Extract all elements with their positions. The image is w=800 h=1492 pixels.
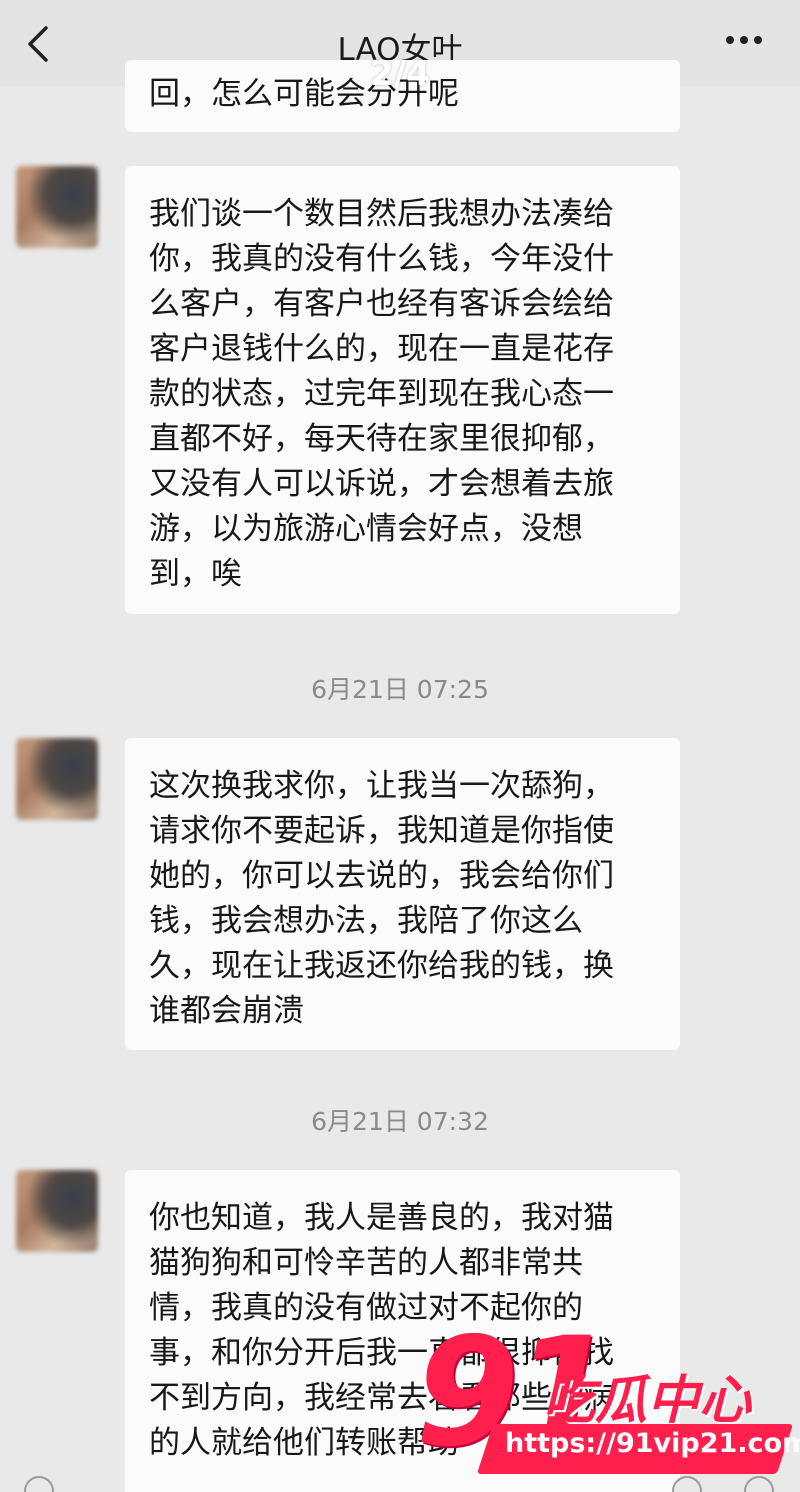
timestamp: 6月21日 07:32 bbox=[311, 1107, 489, 1136]
message-line: 你也知道，我人是善良的，我对猫 bbox=[149, 1200, 614, 1236]
message-bubble[interactable]: 我们谈一个数目然后我想办法凑给 你，我真的没有什么钱，今年没什 么客户，有客户也… bbox=[125, 166, 680, 614]
more-dots-icon[interactable] bbox=[724, 30, 764, 50]
message-line: 她的，你可以去说的，我会给你们 bbox=[149, 858, 614, 894]
message-bubble[interactable]: 这次换我求你，让我当一次舔狗， 请求你不要起诉，我知道是你指使 她的，你可以去说… bbox=[125, 738, 680, 1050]
message-line: 客户退钱什么的，现在一直是花存 bbox=[149, 331, 614, 367]
avatar[interactable] bbox=[16, 166, 98, 248]
watermark-logo: 91 吃瓜中心 https://91vip21.com bbox=[415, 1318, 800, 1492]
message-line: 款的状态，过完年到现在我心态一 bbox=[149, 376, 614, 412]
message-line: 猫狗狗和可怜辛苦的人都非常共 bbox=[149, 1245, 583, 1281]
message-line: 游，以为旅游心情会好点，没想 bbox=[149, 511, 583, 547]
watermark-brand: 吃瓜中心 bbox=[543, 1371, 752, 1431]
timestamp: 6月21日 07:25 bbox=[311, 675, 489, 704]
page-indicator: 2/4 bbox=[370, 54, 430, 94]
message-line: 谁都会崩溃 bbox=[149, 993, 304, 1029]
message-line: 你，我真的没有什么钱，今年没什 bbox=[149, 241, 614, 277]
watermark-url: https://91vip21.com bbox=[505, 1428, 800, 1459]
message-line: 这次换我求你，让我当一次舔狗， bbox=[149, 768, 614, 804]
message-line: 我们谈一个数目然后我想办法凑给 bbox=[149, 196, 614, 232]
avatar[interactable] bbox=[16, 738, 98, 820]
message-line: 钱，我会想办法，我陪了你这么 bbox=[149, 903, 583, 939]
avatar[interactable] bbox=[16, 1170, 98, 1252]
message-line: 么客户，有客户也经有客诉会绘给 bbox=[149, 286, 614, 322]
message-line: 又没有人可以诉说，才会想着去旅 bbox=[149, 466, 614, 502]
message-line: 请求你不要起诉，我知道是你指使 bbox=[149, 813, 614, 849]
message-line: 到，唉 bbox=[149, 556, 242, 592]
message-line: 久，现在让我返还你给我的钱，换 bbox=[149, 948, 614, 984]
voice-icon[interactable] bbox=[24, 1476, 54, 1492]
message-line: 直都不好，每天待在家里很抑郁， bbox=[149, 421, 614, 457]
